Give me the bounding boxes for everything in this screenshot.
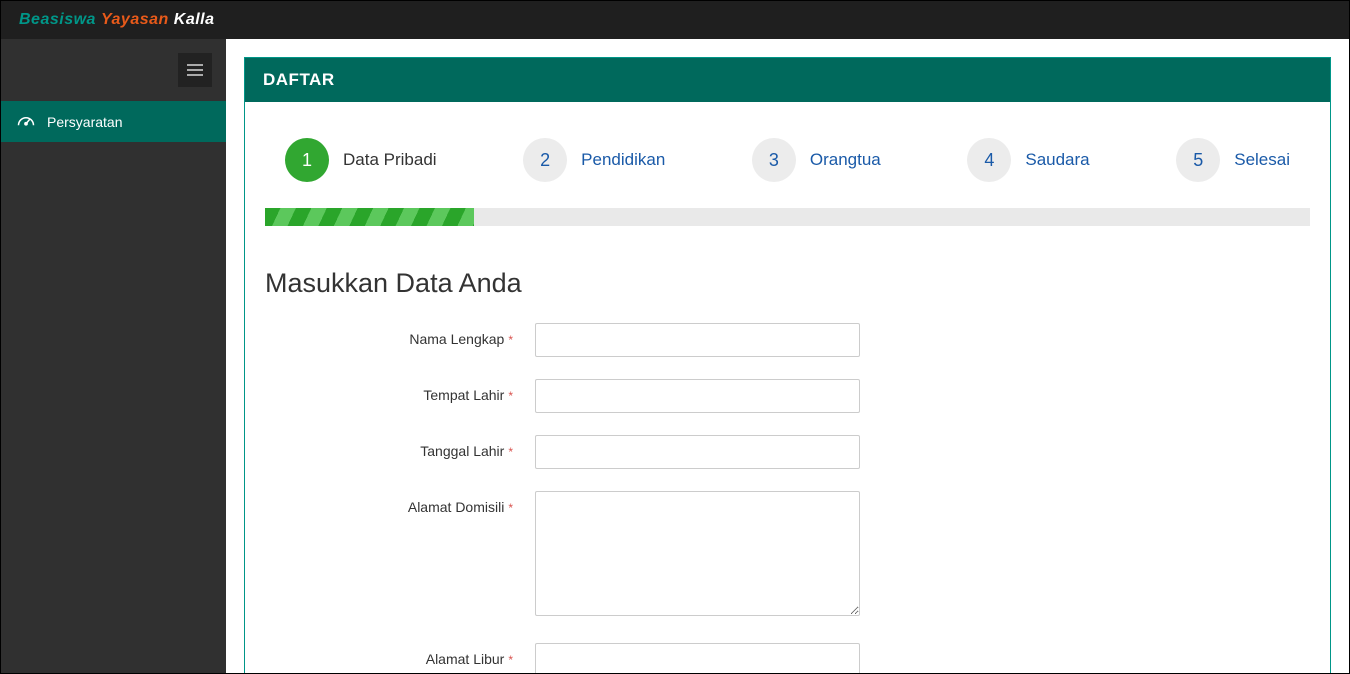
menu-toggle-button[interactable] (178, 53, 212, 87)
textarea-alamat-domisili[interactable] (535, 491, 860, 616)
field-row-tanggal-lahir: Tanggal Lahir* (265, 435, 1310, 469)
form-title: Masukkan Data Anda (265, 268, 1310, 299)
progress-fill (265, 208, 474, 226)
sidebar-item-label: Persyaratan (47, 114, 122, 130)
step-number: 3 (752, 138, 796, 182)
step-label: Orangtua (810, 150, 881, 170)
top-bar: Beasiswa Yayasan Kalla (1, 1, 1349, 39)
step-label: Data Pribadi (343, 150, 437, 170)
brand-part-2: Yayasan (96, 11, 169, 29)
step-saudara[interactable]: 4 Saudara (967, 138, 1089, 182)
input-nama-lengkap[interactable] (535, 323, 860, 357)
step-number: 1 (285, 138, 329, 182)
field-row-alamat-libur: Alamat Libur* (265, 643, 1310, 673)
step-pendidikan[interactable]: 2 Pendidikan (523, 138, 665, 182)
label-nama-lengkap: Nama Lengkap* (265, 323, 513, 347)
brand-part-1: Beasiswa (19, 11, 96, 29)
sidebar-item-persyaratan[interactable]: Persyaratan (1, 101, 226, 142)
main-content: DAFTAR 1 Data Pribadi 2 Pendidikan 3 Ora… (226, 39, 1349, 673)
input-tanggal-lahir[interactable] (535, 435, 860, 469)
field-row-alamat-domisili: Alamat Domisili* (265, 491, 1310, 621)
field-row-tempat-lahir: Tempat Lahir* (265, 379, 1310, 413)
panel-daftar: DAFTAR 1 Data Pribadi 2 Pendidikan 3 Ora… (244, 57, 1331, 673)
field-row-nama-lengkap: Nama Lengkap* (265, 323, 1310, 357)
step-data-pribadi[interactable]: 1 Data Pribadi (285, 138, 437, 182)
panel-title: DAFTAR (245, 58, 1330, 102)
step-number: 5 (1176, 138, 1220, 182)
dashboard-icon (17, 113, 35, 130)
step-selesai[interactable]: 5 Selesai (1176, 138, 1290, 182)
label-tanggal-lahir: Tanggal Lahir* (265, 435, 513, 459)
label-alamat-domisili: Alamat Domisili* (265, 491, 513, 515)
sidebar: Persyaratan (1, 39, 226, 673)
label-tempat-lahir: Tempat Lahir* (265, 379, 513, 403)
step-label: Saudara (1025, 150, 1089, 170)
wizard-steps: 1 Data Pribadi 2 Pendidikan 3 Orangtua 4… (245, 102, 1330, 208)
step-label: Pendidikan (581, 150, 665, 170)
step-number: 2 (523, 138, 567, 182)
progress-bar (265, 208, 1310, 226)
step-label: Selesai (1234, 150, 1290, 170)
input-alamat-libur[interactable] (535, 643, 860, 673)
label-alamat-libur: Alamat Libur* (265, 643, 513, 667)
input-tempat-lahir[interactable] (535, 379, 860, 413)
brand-part-3: Kalla (169, 11, 215, 29)
step-orangtua[interactable]: 3 Orangtua (752, 138, 881, 182)
step-number: 4 (967, 138, 1011, 182)
